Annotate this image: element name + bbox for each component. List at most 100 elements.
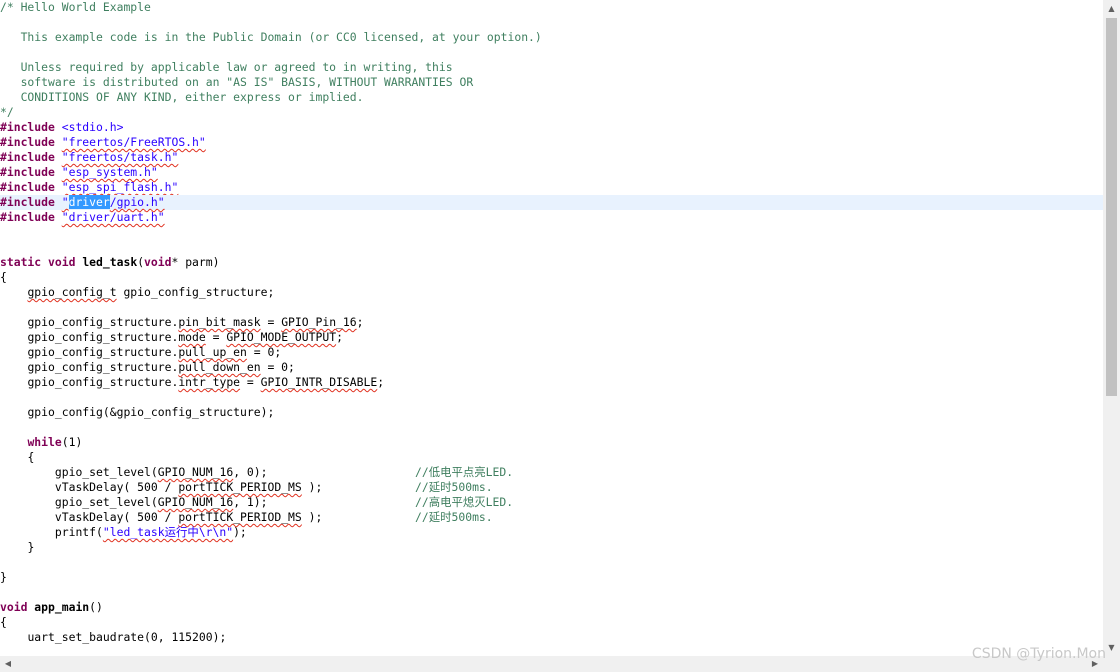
include-path: "freertos/FreeRTOS.h" xyxy=(61,135,206,149)
code-line: while(1) xyxy=(0,435,1103,450)
horizontal-scrollbar[interactable]: ◀ ▶ xyxy=(0,656,1103,672)
line-comment: //高电平熄灭LED. xyxy=(415,495,514,509)
code-editor[interactable]: /* Hello World Example This example code… xyxy=(0,0,1103,656)
code-line: gpio_config(&gpio_config_structure); xyxy=(0,405,1103,420)
code-text: pull_down_en xyxy=(178,360,261,374)
include-line: #include "esp_system.h" xyxy=(0,165,1103,180)
code-line: printf("led_task运行中\r\n"); xyxy=(0,525,1103,540)
code-text: , 0); xyxy=(233,465,268,479)
code-line: { xyxy=(0,615,1103,630)
code-line: This example code is in the Public Domai… xyxy=(0,30,1103,45)
line-comment: //延时500ms. xyxy=(415,510,493,524)
code-text: mode xyxy=(178,330,206,344)
code-line: uart_set_baudrate(0, 115200); xyxy=(0,630,1103,645)
brace: } xyxy=(27,540,35,554)
void-keyword: void xyxy=(48,255,76,269)
code-text: vTaskDelay( 500 / xyxy=(54,480,179,494)
code-text: * parm) xyxy=(171,255,220,269)
code-text: pin_bit_mask xyxy=(178,315,261,329)
code-text: vTaskDelay( 500 / xyxy=(54,510,179,524)
comment-text: Unless required by applicable law or agr… xyxy=(0,60,453,74)
brace: { xyxy=(0,615,7,629)
void-keyword: void xyxy=(0,600,28,614)
code-text: printf( xyxy=(54,525,103,539)
code-line: /* Hello World Example xyxy=(0,0,1103,15)
void-keyword: void xyxy=(144,255,172,269)
include-keyword: #include xyxy=(0,210,55,224)
code-line: gpio_set_level(GPIO_NUM_16, 1); //高电平熄灭LE… xyxy=(0,495,1103,510)
code-text: ); xyxy=(301,480,323,494)
code-text: uart_set_baudrate(0, 115200); xyxy=(27,630,227,644)
code-line: gpio_config_structure.pin_bit_mask = GPI… xyxy=(0,315,1103,330)
code-text: , 1); xyxy=(233,495,268,509)
code-text: gpio_set_level( xyxy=(54,465,158,479)
include-path: <stdio.h> xyxy=(54,120,124,134)
include-line: #include "freertos/task.h" xyxy=(0,150,1103,165)
code-line: gpio_config_structure.intr_type = GPIO_I… xyxy=(0,375,1103,390)
include-keyword: #include xyxy=(0,165,55,179)
code-text: ; xyxy=(377,375,385,389)
selected-text[interactable]: driver xyxy=(68,195,110,209)
include-line: #include "esp_spi_flash.h" xyxy=(0,180,1103,195)
scroll-left-icon[interactable]: ◀ xyxy=(0,656,16,672)
function-name: led_task xyxy=(82,255,138,269)
code-line: gpio_config_structure.pull_down_en = 0; xyxy=(0,360,1103,375)
code-text: pull_up_en xyxy=(178,345,247,359)
current-line: #include "driver/gpio.h" xyxy=(0,195,1103,210)
code-text: GPIO_NUM_16 xyxy=(157,465,234,479)
code-text: GPIO_NUM_16 xyxy=(157,495,234,509)
line-comment: //低电平点亮LED. xyxy=(415,465,514,479)
static-keyword: static xyxy=(0,255,42,269)
code-line: static void led_task(void* parm) xyxy=(0,255,1103,270)
include-path: "esp_spi_flash.h" xyxy=(61,180,179,194)
brace: { xyxy=(0,270,7,284)
code-text: ); xyxy=(301,510,323,524)
code-line: void app_main() xyxy=(0,600,1103,615)
scroll-up-icon[interactable]: ▲ xyxy=(1103,0,1120,17)
include-path: "driver/uart.h" xyxy=(61,210,165,224)
code-line: gpio_config_t gpio_config_structure; xyxy=(0,285,1103,300)
include-path-quote: " xyxy=(61,195,69,209)
code-text: ; xyxy=(336,330,343,344)
include-line: #include <stdio.h> xyxy=(0,120,1103,135)
code-text: portTICK_PERIOD_MS xyxy=(178,480,302,494)
include-keyword: #include xyxy=(0,120,55,134)
code-line: { xyxy=(0,450,1103,465)
code-line: */ xyxy=(0,105,1103,120)
vertical-scrollbar[interactable]: ▲ ▼ xyxy=(1103,0,1120,656)
code-text: gpio_config_t xyxy=(27,285,117,299)
code-text: portTICK_PERIOD_MS xyxy=(178,510,302,524)
code-text: GPIO_INTR_DISABLE xyxy=(260,375,378,389)
code-text: = xyxy=(240,375,261,389)
string-literal: "led_task运行中\r\n" xyxy=(102,525,234,539)
line-comment: //延时500ms. xyxy=(415,480,493,494)
include-line: #include "driver/uart.h" xyxy=(0,210,1103,225)
include-keyword: #include xyxy=(0,135,55,149)
function-name: app_main xyxy=(34,600,90,614)
code-line: gpio_set_level(GPIO_NUM_16, 0); //低电平点亮LE… xyxy=(0,465,1103,480)
code-text: GPIO_MODE_OUTPUT xyxy=(226,330,337,344)
code-line: } xyxy=(0,570,1103,585)
code-line: vTaskDelay( 500 / portTICK_PERIOD_MS ); /… xyxy=(0,480,1103,495)
code-text: = xyxy=(260,315,282,329)
code-text: gpio_config_structure. xyxy=(27,330,179,344)
code-line: CONDITIONS OF ANY KIND, either express o… xyxy=(0,90,1103,105)
code-text: (1) xyxy=(61,435,83,449)
code-line: } xyxy=(0,540,1103,555)
include-keyword: #include xyxy=(0,150,55,164)
include-keyword: #include xyxy=(0,195,55,209)
code-line: gpio_config_structure.pull_up_en = 0; xyxy=(0,345,1103,360)
code-text: gpio_set_level( xyxy=(54,495,158,509)
watermark: CSDN @Tyrion.Mon xyxy=(971,646,1106,662)
comment-text: */ xyxy=(0,105,14,119)
code-text: = 0; xyxy=(246,345,282,359)
code-text: = 0; xyxy=(260,360,295,374)
include-line: #include "freertos/FreeRTOS.h" xyxy=(0,135,1103,150)
include-keyword: #include xyxy=(0,180,55,194)
comment-text: CONDITIONS OF ANY KIND, either express o… xyxy=(0,90,364,104)
code-text: intr_type xyxy=(178,375,241,389)
vertical-scroll-thumb[interactable] xyxy=(1106,18,1117,396)
code-text: gpio_config(&gpio_config_structure); xyxy=(27,405,275,419)
include-path: "esp_system.h" xyxy=(61,165,158,179)
comment-text: software is distributed on an "AS IS" BA… xyxy=(0,75,474,89)
